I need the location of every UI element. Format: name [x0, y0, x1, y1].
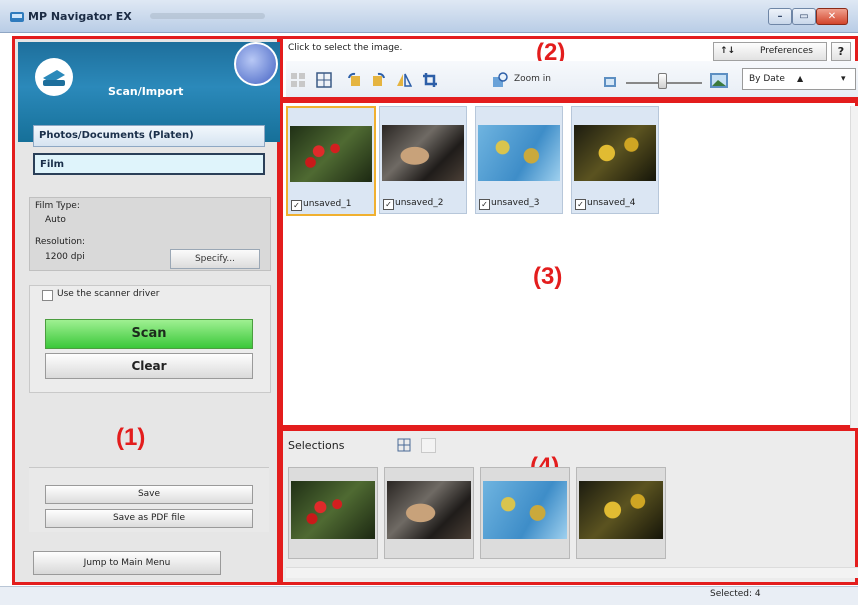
sort-value: By Date	[749, 74, 785, 84]
help-button[interactable]: ?	[831, 42, 851, 61]
grid-icon[interactable]	[316, 72, 332, 88]
minimize-icon: –	[777, 11, 783, 22]
close-button[interactable]: ✕	[816, 8, 848, 25]
thumbnail-checkbox[interactable]: ✓	[479, 199, 490, 210]
selection-image	[387, 481, 471, 539]
image-toolbar: Zoom in By Date ▲ ▾	[286, 61, 858, 97]
use-driver-checkbox[interactable]	[42, 290, 53, 301]
source-film-button[interactable]: Film	[33, 153, 265, 175]
zoom-in-label[interactable]: Zoom in	[514, 74, 551, 84]
save-button[interactable]: Save	[45, 485, 253, 504]
preferences-label: Preferences	[760, 46, 813, 56]
thumbnail-checkbox[interactable]: ✓	[291, 200, 302, 211]
scan-import-panel: Scan/Import Photos/Documents (Platen) Fi…	[12, 36, 280, 585]
film-type-label: Film Type:	[35, 201, 80, 211]
sort-order-select[interactable]: By Date ▲ ▾	[742, 68, 856, 90]
thumbnail-item[interactable]: ✓ unsaved_1	[286, 106, 376, 216]
resolution-value: 1200 dpi	[45, 252, 85, 262]
thumbnail-checkbox[interactable]: ✓	[575, 199, 586, 210]
mode-title: Scan/Import	[108, 85, 184, 98]
thumbnail-image	[382, 125, 464, 181]
jump-main-menu-button[interactable]: Jump to Main Menu	[33, 551, 221, 575]
app-icon	[10, 12, 24, 22]
minimize-button[interactable]: –	[768, 8, 792, 25]
selections-scrollbar[interactable]	[286, 567, 858, 578]
selection-item[interactable]	[288, 467, 378, 559]
thumbnail-name: unsaved_2	[395, 198, 444, 208]
selection-image	[579, 481, 663, 539]
status-text: Selected: 4	[710, 589, 761, 599]
dropdown-arrow-icon: ▾	[841, 74, 846, 84]
rotate-left-icon[interactable]	[346, 72, 362, 88]
selections-panel: Selections (4)	[280, 428, 858, 585]
mirror-icon[interactable]	[396, 72, 412, 88]
thumbnail-name: unsaved_1	[303, 199, 352, 209]
toolbar-panel: Click to select the image. (2) ↑↓ Prefer…	[280, 36, 858, 100]
selection-image	[483, 481, 567, 539]
maximize-button[interactable]: ▭	[792, 8, 816, 25]
thumbnail-item[interactable]: ✓ unsaved_2	[379, 106, 467, 214]
callout-1: (1)	[116, 424, 146, 451]
sort-direction-icon: ▲	[797, 74, 804, 83]
thumbnail-item[interactable]: ✓ unsaved_3	[475, 106, 563, 214]
rotate-right-icon[interactable]	[371, 72, 387, 88]
resolution-label: Resolution:	[35, 237, 86, 247]
zoom-in-icon[interactable]	[492, 72, 508, 88]
thumbnail-image	[574, 125, 656, 181]
scan-button[interactable]: Scan	[45, 319, 253, 349]
use-driver-label: Use the scanner driver	[57, 289, 160, 299]
title-redaction	[150, 13, 265, 19]
window-title: MP Navigator EX	[28, 10, 132, 23]
grid-icon[interactable]	[397, 438, 411, 452]
specify-button[interactable]: Specify...	[170, 249, 260, 269]
thumbnail-name: unsaved_3	[491, 198, 540, 208]
callout-3: (3)	[533, 263, 563, 290]
thumbnail-item[interactable]: ✓ unsaved_4	[571, 106, 659, 214]
small-thumb-icon[interactable]	[604, 77, 616, 87]
crop-icon[interactable]	[422, 72, 438, 88]
selections-title: Selections	[288, 439, 345, 452]
film-type-value: Auto	[45, 215, 66, 225]
thumbnail-checkbox[interactable]: ✓	[383, 199, 394, 210]
preferences-button[interactable]: ↑↓ Preferences	[713, 42, 827, 61]
thumbnail-scrollbar[interactable]	[850, 106, 858, 428]
thumbnail-size-slider[interactable]	[658, 73, 667, 89]
thumbnail-image	[290, 126, 372, 182]
preferences-icon: ↑↓	[720, 46, 736, 56]
hint-text: Click to select the image.	[288, 43, 403, 53]
scanner-icon	[35, 58, 73, 96]
main-menu-icon[interactable]	[234, 42, 278, 86]
selection-image	[291, 481, 375, 539]
selection-item[interactable]	[576, 467, 666, 559]
save-pdf-button[interactable]: Save as PDF file	[45, 509, 253, 528]
thumbnail-name: unsaved_4	[587, 198, 636, 208]
thumbnail-image	[478, 125, 560, 181]
select-all-icon[interactable]	[290, 72, 306, 88]
clear-button[interactable]: Clear	[45, 353, 253, 379]
selection-item[interactable]	[480, 467, 570, 559]
close-icon: ✕	[827, 11, 837, 22]
thumbnail-area: ✓ unsaved_1 ✓ unsaved_2 ✓ unsaved_3 ✓ un…	[280, 100, 858, 428]
large-thumb-icon[interactable]	[710, 73, 728, 88]
maximize-icon: ▭	[799, 11, 809, 22]
selection-item[interactable]	[384, 467, 474, 559]
clear-selection-icon[interactable]	[421, 438, 436, 453]
source-platen-button[interactable]: Photos/Documents (Platen)	[33, 125, 265, 147]
